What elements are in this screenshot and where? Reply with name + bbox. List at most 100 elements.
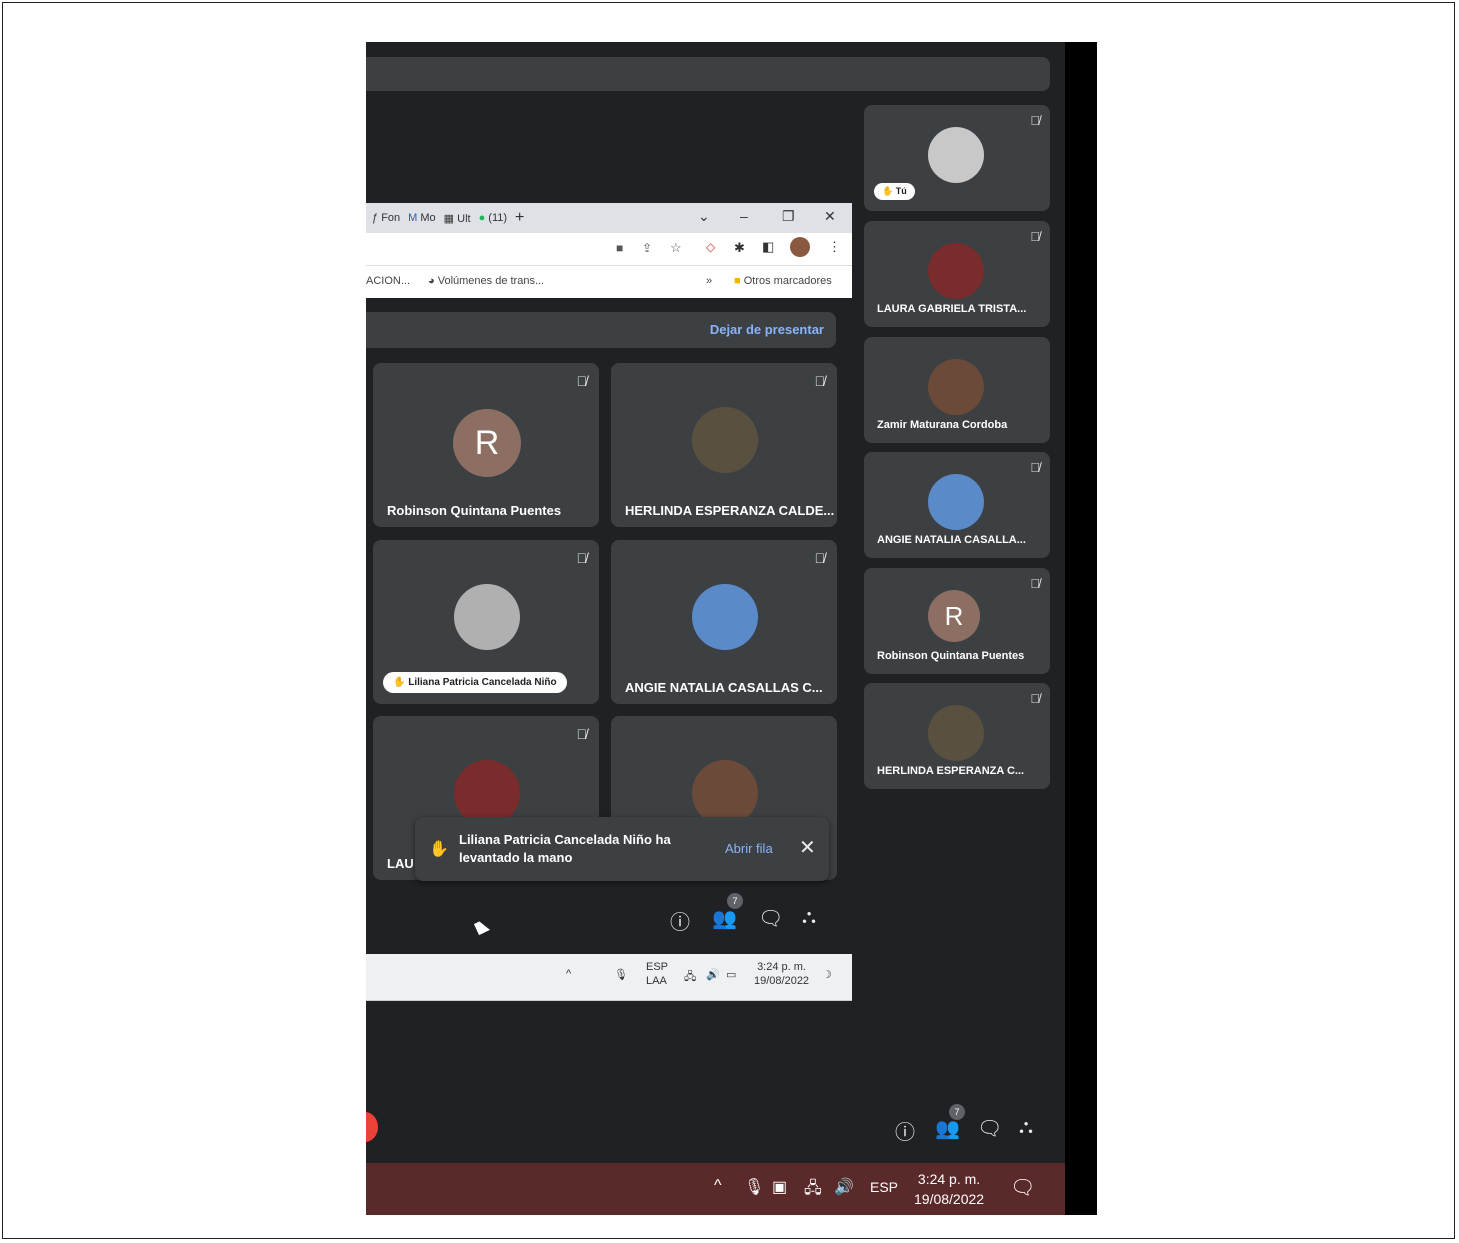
- device-icon[interactable]: ▣: [772, 1177, 787, 1197]
- raised-hand-notification: ✋ Liliana Patricia Cancelada Niño ha lev…: [415, 817, 829, 881]
- meeting-window: 🎙̸ ✋ Tú 🎙̸ LAURA GABRIELA TRISTA... Zami…: [366, 42, 1097, 1215]
- star-icon[interactable]: ☆: [670, 240, 682, 256]
- sidepanel-icon[interactable]: ◧: [762, 239, 774, 255]
- activities-icon[interactable]: ⛬: [802, 906, 816, 929]
- avatar-initial: R: [474, 423, 500, 462]
- bookmark-item[interactable]: ■ Otros marcadores: [734, 275, 832, 287]
- mic-icon[interactable]: 🎙: [744, 1177, 764, 1197]
- camera-icon[interactable]: ■: [616, 241, 623, 255]
- participant-tile[interactable]: 🎙̸ R Robinson Quintana Puentes: [373, 363, 599, 527]
- close-icon[interactable]: ✕: [824, 208, 836, 225]
- participant-name: ANGIE NATALIA CASALLAS C...: [625, 680, 823, 695]
- mic-off-icon: 🎙̸: [1030, 113, 1040, 128]
- bookmarks-bar: ACION... ◕ Volúmenes de trans... » ■ Otr…: [366, 265, 852, 298]
- more-bookmarks-icon[interactable]: »: [706, 275, 712, 287]
- avatar-initial: R: [944, 600, 964, 631]
- info-icon[interactable]: ⓘ: [670, 906, 690, 935]
- raised-hand-chip: ✋ Liliana Patricia Cancelada Niño: [383, 672, 567, 693]
- minimize-icon[interactable]: –: [740, 208, 748, 224]
- avatar: [692, 407, 758, 473]
- stop-presenting-button[interactable]: Dejar de presentar: [710, 322, 824, 337]
- participant-name: ANGIE NATALIA CASALLA...: [877, 534, 1026, 546]
- language-indicator[interactable]: ESP: [870, 1179, 898, 1195]
- participant-name: Robinson Quintana Puentes: [877, 650, 1025, 662]
- participant-tile-self[interactable]: 🎙̸ ✋ Tú: [864, 105, 1050, 211]
- battery-icon[interactable]: ▭: [726, 968, 736, 981]
- volume-icon[interactable]: 🔊: [834, 1177, 854, 1197]
- self-label: ✋ Tú: [874, 183, 915, 200]
- windows-taskbar: ^ 🎙 ▣ 🖧 🔊 ESP 3:24 p. m. 19/08/2022 🗨: [366, 1163, 1065, 1215]
- hand-icon: ✋: [429, 841, 449, 858]
- end-call-button[interactable]: [366, 1112, 378, 1142]
- chevron-up-icon[interactable]: ^: [566, 968, 571, 980]
- top-bar: [366, 57, 1050, 91]
- mic-icon[interactable]: 🎙: [614, 968, 628, 981]
- restore-icon[interactable]: ❐: [782, 208, 795, 225]
- bookmark-item[interactable]: ◕ Volúmenes de trans...: [428, 275, 544, 287]
- browser-tab[interactable]: ▦ Ult: [444, 212, 471, 225]
- participant-tile[interactable]: 🎙̸ HERLINDA ESPERANZA C...: [864, 683, 1050, 789]
- chevron-up-icon[interactable]: ^: [714, 1177, 722, 1195]
- tab-label: Ult: [457, 212, 471, 225]
- avatar: R: [453, 409, 521, 477]
- tab-label: Mo: [420, 212, 436, 224]
- chevron-down-icon[interactable]: ⌄: [698, 208, 710, 225]
- avatar: [928, 359, 984, 415]
- browser-tab[interactable]: M Mo: [408, 212, 436, 224]
- new-tab-button[interactable]: +: [515, 209, 524, 227]
- chat-icon[interactable]: 🗨: [977, 1116, 1002, 1141]
- info-icon[interactable]: ⓘ: [895, 1116, 915, 1145]
- folder-icon: ■: [734, 275, 741, 287]
- lang-variant: LAA: [646, 975, 667, 987]
- participant-name: LAU: [387, 856, 414, 871]
- avatar: [692, 584, 758, 650]
- people-icon[interactable]: 👥: [712, 906, 737, 931]
- avatar: [928, 705, 984, 761]
- clock[interactable]: 3:24 p. m. 19/08/2022: [754, 960, 809, 988]
- puzzle-icon[interactable]: ✱: [734, 240, 745, 256]
- mic-off-icon: 🎙̸: [576, 726, 588, 742]
- volume-icon[interactable]: 🔊: [706, 968, 720, 981]
- mic-off-icon: 🎙̸: [1030, 460, 1040, 475]
- avatar: [928, 474, 984, 530]
- participant-tile[interactable]: 🎙̸ ANGIE NATALIA CASALLAS C...: [611, 540, 837, 704]
- participant-tile[interactable]: 🎙̸ R Robinson Quintana Puentes: [864, 568, 1050, 674]
- action-center-icon[interactable]: 🗨: [1010, 1175, 1035, 1200]
- network-icon[interactable]: 🖧: [684, 968, 696, 987]
- mic-off-icon: 🎙̸: [814, 550, 826, 566]
- mic-off-icon: 🎙̸: [576, 550, 588, 566]
- participant-name: HERLINDA ESPERANZA C...: [877, 765, 1025, 777]
- participant-tile[interactable]: 🎙̸ HERLINDA ESPERANZA CALDE...: [611, 363, 837, 527]
- activities-icon[interactable]: ⛬: [1019, 1116, 1033, 1139]
- participant-tile[interactable]: 🎙̸ ✋ Liliana Patricia Cancelada Niño: [373, 540, 599, 704]
- notification-icon[interactable]: ☽: [822, 968, 832, 981]
- participant-tile[interactable]: 🎙̸ ANGIE NATALIA CASALLA...: [864, 452, 1050, 558]
- bookmark-label: Volúmenes de trans...: [437, 275, 545, 287]
- browser-tab[interactable]: ● (11): [479, 212, 507, 224]
- language-indicator[interactable]: ESP LAA: [646, 960, 668, 988]
- participant-name: Robinson Quintana Puentes: [387, 503, 562, 518]
- mic-off-icon: 🎙̸: [1030, 229, 1040, 244]
- avatar: [454, 584, 520, 650]
- profile-avatar[interactable]: [790, 237, 810, 257]
- clock[interactable]: 3:24 p. m. 19/08/2022: [914, 1169, 984, 1209]
- open-queue-button[interactable]: Abrir fila: [725, 841, 773, 856]
- mic-off-icon: 🎙̸: [1030, 576, 1040, 591]
- close-icon[interactable]: ✕: [799, 835, 816, 860]
- mic-off-icon: 🎙̸: [1030, 691, 1040, 706]
- avatar: [928, 243, 984, 299]
- participant-tile[interactable]: 🎙̸ LAURA GABRIELA TRISTA...: [864, 221, 1050, 327]
- share-icon[interactable]: ⇪: [642, 241, 652, 255]
- browser-tab[interactable]: ƒ Fon: [372, 212, 400, 224]
- bookmark-item[interactable]: ACION...: [366, 275, 410, 287]
- mic-off-icon: 🎙̸: [814, 373, 826, 389]
- notification-message: Liliana Patricia Cancelada Niño ha levan…: [459, 832, 671, 865]
- address-bar[interactable]: ■ ⇪ ☆ ◇ ✱ ◧ ⋮: [366, 233, 852, 265]
- chat-icon[interactable]: 🗨: [758, 906, 783, 931]
- menu-icon[interactable]: ⋮: [828, 239, 841, 255]
- participant-tile[interactable]: Zamir Maturana Cordoba: [864, 337, 1050, 443]
- network-icon[interactable]: 🖧: [804, 1177, 822, 1204]
- extension-icon[interactable]: ◇: [706, 240, 715, 254]
- mouse-cursor: [474, 919, 490, 935]
- participant-name: HERLINDA ESPERANZA CALDE...: [625, 503, 835, 518]
